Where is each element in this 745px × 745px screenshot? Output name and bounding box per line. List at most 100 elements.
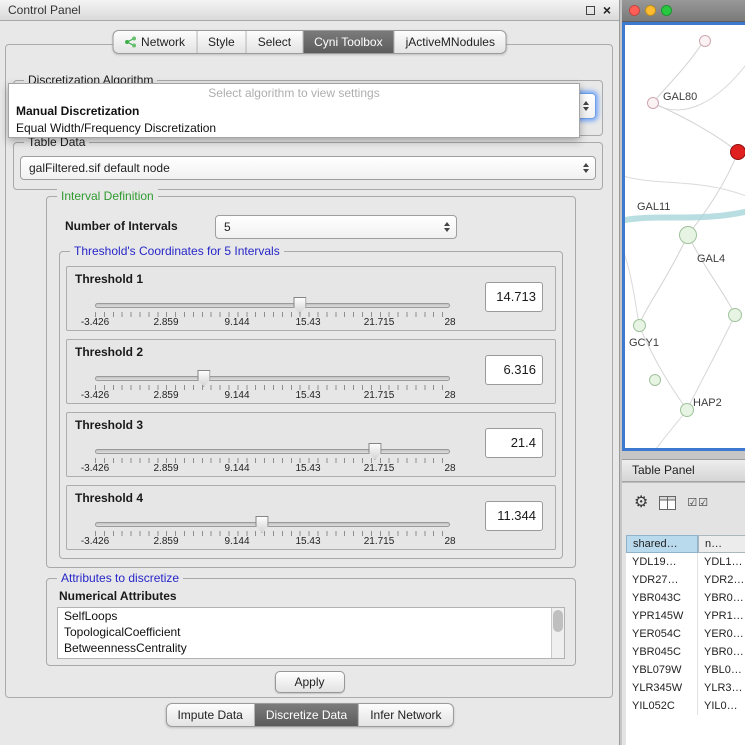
network-node[interactable] bbox=[680, 403, 694, 417]
scale-tick-label: 9.144 bbox=[224, 536, 249, 547]
table-row[interactable]: YBL079W YBL0… bbox=[626, 661, 745, 679]
cell-shared-name[interactable]: YBR043C bbox=[626, 589, 698, 607]
table-header-row: shared… n… bbox=[626, 535, 745, 553]
tab-infer-network[interactable]: Infer Network bbox=[359, 704, 452, 726]
cell-name[interactable]: YBR0… bbox=[698, 643, 745, 661]
gear-icon[interactable]: ⚙ bbox=[634, 495, 648, 511]
network-node[interactable] bbox=[633, 319, 646, 332]
network-node[interactable] bbox=[647, 97, 659, 109]
column-header-shared-name[interactable]: shared… bbox=[626, 535, 698, 553]
cell-name[interactable]: YIL0… bbox=[698, 697, 745, 715]
node-label: HAP2 bbox=[693, 397, 722, 409]
tab-network[interactable]: Network bbox=[113, 31, 197, 53]
cell-shared-name[interactable]: YIL052C bbox=[626, 697, 698, 715]
column-header-name[interactable]: n… bbox=[698, 535, 745, 553]
cell-name[interactable]: YLR3… bbox=[698, 679, 745, 697]
close-button[interactable] bbox=[629, 5, 640, 16]
cell-shared-name[interactable]: YDL19… bbox=[626, 553, 698, 571]
cell-shared-name[interactable]: YDR27… bbox=[626, 571, 698, 589]
tab-discretize-data[interactable]: Discretize Data bbox=[255, 704, 359, 726]
network-canvas[interactable]: GAL80 GAL11 GAL4 GCY1 HAP2 bbox=[625, 25, 745, 448]
table-data-value: galFiltered.sif default node bbox=[29, 161, 170, 175]
cell-name[interactable]: YPR1… bbox=[698, 607, 745, 625]
cell-name[interactable]: YER0… bbox=[698, 625, 745, 643]
tab-cyni-toolbox[interactable]: Cyni Toolbox bbox=[303, 31, 394, 53]
cell-shared-name[interactable]: YBL079W bbox=[626, 661, 698, 679]
control-panel-titlebar[interactable]: Control Panel × bbox=[0, 0, 619, 21]
tab-select-label: Select bbox=[258, 35, 291, 49]
checkbox-icons[interactable]: ☑☑ bbox=[687, 498, 709, 509]
list-item[interactable]: TopologicalCoefficient bbox=[58, 624, 564, 640]
float-window-icon[interactable] bbox=[586, 6, 595, 15]
cell-name[interactable]: YDR2… bbox=[698, 571, 745, 589]
control-panel-tabbar: Network Style Select Cyni Toolbox jActiv… bbox=[112, 30, 507, 54]
network-node[interactable] bbox=[699, 35, 711, 47]
table-row[interactable]: YDR27… YDR2… bbox=[626, 571, 745, 589]
cell-name[interactable]: YBL0… bbox=[698, 661, 745, 679]
network-node[interactable] bbox=[649, 374, 661, 386]
tab-jactivemnodules[interactable]: jActiveMNodules bbox=[395, 31, 506, 53]
list-item[interactable]: SelfLoops bbox=[58, 608, 564, 624]
algorithm-option-manual[interactable]: Manual Discretization bbox=[9, 102, 579, 119]
scrollbar-thumb[interactable] bbox=[553, 610, 563, 632]
scale-tick-label: 15.43 bbox=[295, 317, 320, 328]
scale-tick-label: -3.426 bbox=[81, 317, 109, 328]
table-panel-titlebar[interactable]: Table Panel bbox=[622, 459, 745, 482]
scale-tick-label: -3.426 bbox=[81, 390, 109, 401]
node-label: GAL80 bbox=[663, 91, 697, 103]
tab-impute-data[interactable]: Impute Data bbox=[166, 704, 254, 726]
zoom-button[interactable] bbox=[661, 5, 672, 16]
apply-button[interactable]: Apply bbox=[274, 671, 344, 693]
threshold-4-scale: -3.426 2.859 9.144 15.43 21.715 28 bbox=[95, 536, 450, 548]
num-intervals-combo[interactable]: 5 bbox=[215, 215, 457, 239]
threshold-2-value-field[interactable]: 6.316 bbox=[485, 355, 543, 385]
table-row[interactable]: YDL19… YDL1… bbox=[626, 553, 745, 571]
network-node[interactable] bbox=[728, 308, 742, 322]
threshold-4-slider[interactable] bbox=[95, 522, 450, 527]
tab-style-label: Style bbox=[208, 35, 235, 49]
threshold-2-label: Threshold 2 bbox=[75, 345, 143, 359]
algorithm-option-equal-width[interactable]: Equal Width/Frequency Discretization bbox=[9, 119, 579, 136]
attributes-legend: Attributes to discretize bbox=[57, 571, 183, 586]
cell-shared-name[interactable]: YPR145W bbox=[626, 607, 698, 625]
scale-tick-label: 28 bbox=[444, 317, 455, 328]
close-window-icon[interactable]: × bbox=[603, 3, 611, 17]
scale-tick-label: 28 bbox=[444, 463, 455, 474]
threshold-4-label: Threshold 4 bbox=[75, 491, 143, 505]
threshold-1-slider[interactable] bbox=[95, 303, 450, 308]
threshold-4-value-field[interactable]: 11.344 bbox=[485, 501, 543, 531]
threshold-1-value-field[interactable]: 14.713 bbox=[485, 282, 543, 312]
scale-tick-label: -3.426 bbox=[81, 536, 109, 547]
list-item[interactable]: BetweennessCentrality bbox=[58, 640, 564, 656]
threshold-3-slider[interactable] bbox=[95, 449, 450, 454]
cell-shared-name[interactable]: YER054C bbox=[626, 625, 698, 643]
attributes-scrollbar[interactable] bbox=[551, 608, 564, 658]
threshold-2-slider[interactable] bbox=[95, 376, 450, 381]
table-data-combo[interactable]: galFiltered.sif default node bbox=[20, 156, 596, 180]
network-node[interactable] bbox=[679, 226, 697, 244]
cell-name[interactable]: YBR0… bbox=[698, 589, 745, 607]
threshold-3-value-field[interactable]: 21.4 bbox=[485, 428, 543, 458]
attributes-group: Attributes to discretize Numerical Attri… bbox=[46, 578, 576, 666]
table-row[interactable]: YBR043C YBR0… bbox=[626, 589, 745, 607]
cell-name[interactable]: YDL1… bbox=[698, 553, 745, 571]
tab-style[interactable]: Style bbox=[197, 31, 247, 53]
tab-select[interactable]: Select bbox=[247, 31, 303, 53]
minimize-button[interactable] bbox=[645, 5, 656, 16]
selected-network-node[interactable] bbox=[730, 144, 745, 160]
network-window-titlebar[interactable] bbox=[622, 0, 745, 22]
scale-tick-label: 21.715 bbox=[364, 390, 395, 401]
table-panel-title: Table Panel bbox=[632, 463, 695, 477]
cell-shared-name[interactable]: YBR045C bbox=[626, 643, 698, 661]
threshold-1-card: Threshold 1 -3.426 2.859 9.144 15.43 21.… bbox=[66, 266, 556, 331]
columns-icon[interactable] bbox=[659, 496, 676, 510]
combo-arrows-icon bbox=[583, 101, 589, 111]
table-row[interactable]: YBR045C YBR0… bbox=[626, 643, 745, 661]
table-row[interactable]: YLR345W YLR3… bbox=[626, 679, 745, 697]
table-row[interactable]: YIL052C YIL0… bbox=[626, 697, 745, 715]
window-controls: × bbox=[586, 3, 611, 17]
table-row[interactable]: YER054C YER0… bbox=[626, 625, 745, 643]
cell-shared-name[interactable]: YLR345W bbox=[626, 679, 698, 697]
table-row[interactable]: YPR145W YPR1… bbox=[626, 607, 745, 625]
node-label: GCY1 bbox=[629, 337, 659, 349]
